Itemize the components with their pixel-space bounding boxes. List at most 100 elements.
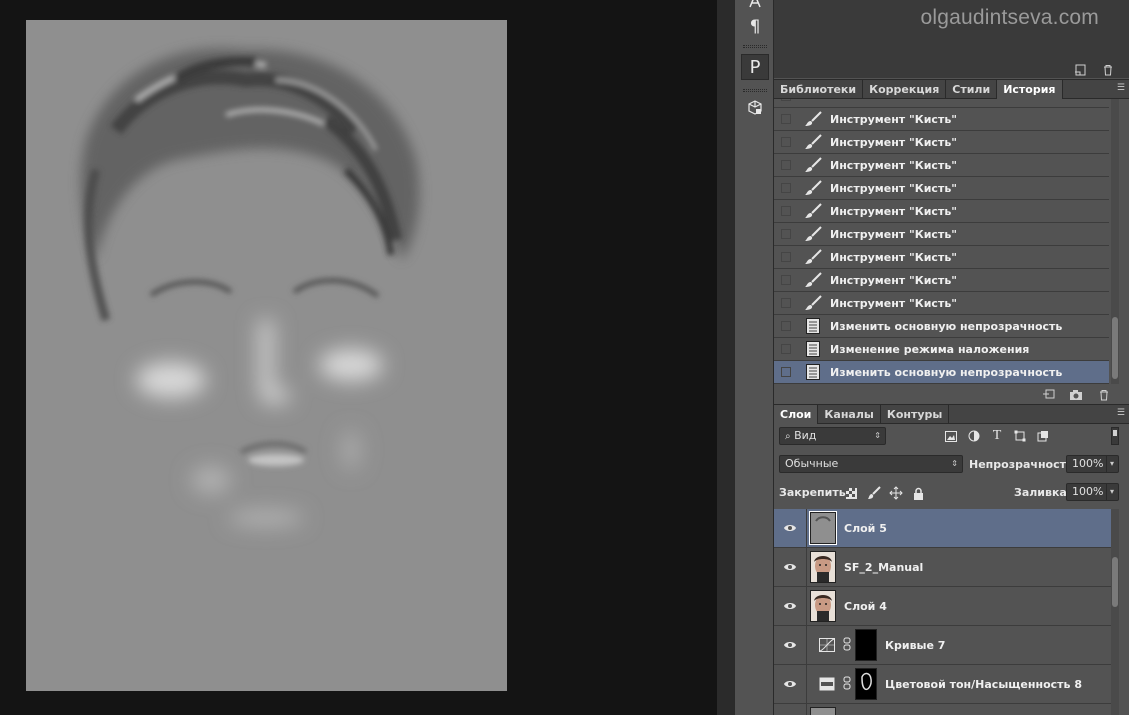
history-source-checkbox[interactable] [781,252,791,262]
chevron-down-icon[interactable]: ▾ [1105,456,1114,472]
history-source-checkbox[interactable] [781,321,791,331]
chevron-down-icon[interactable]: ▾ [1105,484,1114,500]
filter-adjustment-icon[interactable] [967,429,981,443]
new-item-icon[interactable] [1073,64,1087,76]
history-item[interactable]: Инструмент "Кисть" [774,269,1109,292]
link-chain-icon[interactable] [843,637,853,654]
lock-all-icon[interactable] [911,486,925,500]
lock-position-icon[interactable] [889,486,903,500]
history-item[interactable]: Инструмент "Кисть" [774,292,1109,315]
eye-visibility-icon[interactable] [774,601,806,611]
layer-name[interactable]: Слой 4 [844,600,887,613]
fill-input[interactable]: 100% ▾ [1066,483,1119,501]
trash-icon[interactable] [1097,389,1111,401]
history-list[interactable]: Инструмент "Кисть" Инструмент "Кисть" Инст… [774,99,1109,384]
layer-name[interactable]: SF_2_Manual [844,561,923,574]
history-item[interactable]: Изменение режима наложения [774,338,1109,361]
layer-mask-thumbnail[interactable] [855,668,877,700]
tab-libraries[interactable]: Библиотеки [774,80,864,99]
layer-thumbnail[interactable] [810,707,836,715]
layer-row[interactable]: Кривые 7 [774,625,1111,665]
history-source-checkbox[interactable] [781,160,791,170]
history-item[interactable]: Инструмент "Кисть" [774,154,1109,177]
trash-icon[interactable] [1101,64,1115,76]
curves-adjustment-icon[interactable] [817,638,837,652]
camera-snapshot-icon[interactable] [1069,389,1083,401]
tab-paths[interactable]: Контуры [881,405,950,424]
history-source-checkbox[interactable] [781,99,791,101]
history-scroll-thumb[interactable] [1112,317,1118,379]
layers-scroll-thumb[interactable] [1112,557,1118,607]
history-item[interactable]: Инструмент "Кисть" [774,223,1109,246]
history-source-checkbox[interactable] [781,298,791,308]
layers-scrollbar[interactable] [1111,509,1119,715]
filter-smart-object-icon[interactable] [1036,429,1050,443]
layer-name[interactable]: Слой 5 [844,522,887,535]
eye-visibility-icon[interactable] [774,679,806,689]
brush-icon [804,111,822,127]
layer-thumbnail[interactable] [810,551,836,583]
eye-visibility-icon[interactable] [774,562,806,572]
tab-styles[interactable]: Стили [946,80,998,99]
filter-toggle[interactable] [1111,427,1119,445]
tab-history[interactable]: История [997,80,1063,99]
panel-menu-icon[interactable]: ☰ [1117,408,1125,418]
document-canvas[interactable] [26,20,507,691]
history-item[interactable]: Изменить основную непрозрачность [774,315,1109,338]
panel-grip[interactable] [743,89,767,92]
layer-row[interactable]: Слой 4 [774,586,1111,626]
filter-shape-icon[interactable] [1013,429,1027,443]
opacity-input[interactable]: 100% ▾ [1066,455,1119,473]
character-icon[interactable] [741,0,769,14]
panel-grip[interactable] [743,45,767,48]
history-source-checkbox[interactable] [781,137,791,147]
hue-saturation-adjustment-icon[interactable] [817,677,837,691]
link-chain-icon[interactable] [843,676,853,693]
search-icon: ⌕ [785,431,791,442]
layers-list[interactable]: Слой 5 SF_2_Manual Слой 4 Кривые 7 Цветовой … [774,509,1111,715]
layer-filter-select[interactable]: ⌕ Вид ⇕ [779,427,886,445]
history-item[interactable]: Инструмент "Кисть" [774,131,1109,154]
history-item[interactable]: Инструмент "Кисть" [774,177,1109,200]
tab-layers[interactable]: Слои [774,405,819,424]
history-item[interactable]: Изменить основную непрозрачность [774,361,1109,384]
layer-row[interactable]: Слой 5 [774,509,1111,548]
layer-thumbnail[interactable] [810,590,836,622]
layer-thumbnail[interactable] [809,511,837,545]
type-path-icon[interactable]: P [741,54,769,80]
paragraph-icon[interactable]: ¶ [741,14,769,40]
history-item[interactable]: Инструмент "Кисть" [774,246,1109,269]
history-source-checkbox[interactable] [781,183,791,193]
history-source-checkbox[interactable] [781,114,791,124]
history-source-checkbox[interactable] [781,344,791,354]
layer-row[interactable]: SF_2_Manual [774,547,1111,587]
blend-mode-select[interactable]: Обычные ⇕ [779,455,963,473]
history-item[interactable]: Инструмент "Кисть" [774,200,1109,223]
layer-row[interactable] [774,703,1111,715]
lock-transparent-pixels-icon[interactable] [844,486,858,500]
layer-name[interactable]: Кривые 7 [885,639,945,652]
history-scrollbar[interactable] [1111,99,1119,384]
new-document-from-state-icon[interactable] [1041,389,1055,401]
history-item[interactable] [774,99,1109,108]
history-source-checkbox[interactable] [781,367,791,377]
panel-menu-icon[interactable]: ☰ [1117,83,1125,93]
tab-channels[interactable]: Каналы [818,405,881,424]
layer-mask-thumbnail[interactable] [855,629,877,661]
eye-visibility-icon[interactable] [774,640,806,650]
history-source-checkbox[interactable] [781,206,791,216]
history-source-checkbox[interactable] [781,229,791,239]
filter-pixel-icon[interactable] [944,429,958,443]
history-source-checkbox[interactable] [781,275,791,285]
lock-image-pixels-icon[interactable] [867,486,881,500]
tab-adjustments[interactable]: Коррекция [863,80,947,99]
3d-object-icon[interactable] [741,95,769,121]
history-item-label: Инструмент "Кисть" [830,273,958,287]
lock-label: Закрепить: [779,486,851,499]
document-canvas-area[interactable] [0,0,717,715]
eye-visibility-icon[interactable] [774,523,806,533]
layer-name[interactable]: Цветовой тон/Насыщенность 8 [885,678,1082,691]
filter-type-icon[interactable]: T [990,428,1004,443]
layer-row[interactable]: Цветовой тон/Насыщенность 8 [774,664,1111,704]
history-item[interactable]: Инструмент "Кисть" [774,108,1109,131]
